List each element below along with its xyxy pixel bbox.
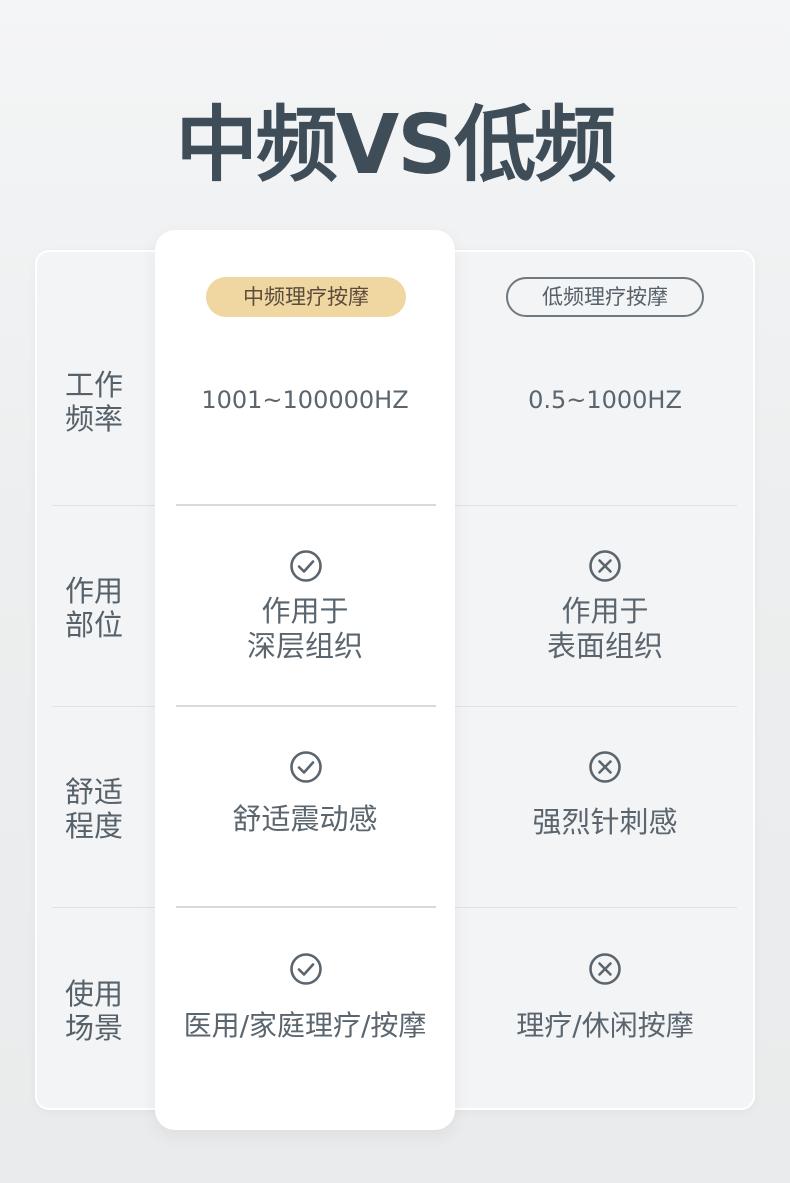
label-line: 作用 — [65, 574, 124, 608]
value-line: 深层组织 — [246, 629, 363, 663]
row-divider — [455, 706, 737, 707]
row-label-frequency: 工作 频率 — [65, 368, 135, 436]
row-divider — [455, 907, 737, 908]
label-line: 场景 — [65, 1011, 124, 1045]
row-divider — [176, 906, 436, 908]
label-line: 使用 — [65, 977, 124, 1011]
x-circle-icon — [589, 953, 621, 985]
mid-scene-value: 医用/家庭理疗/按摩 — [183, 1009, 427, 1042]
low-scene-value: 理疗/休闲按摩 — [516, 1009, 694, 1042]
column-header-low: 低频理疗按摩 — [506, 277, 704, 317]
label-line: 工作 — [65, 368, 124, 402]
label-line: 频率 — [65, 402, 124, 436]
page-title: 中频VS低频 — [175, 98, 617, 193]
column-header-mid: 中频理疗按摩 — [206, 277, 406, 317]
row-divider — [52, 907, 155, 908]
x-circle-icon — [589, 550, 621, 582]
check-circle-icon — [290, 953, 322, 985]
label-line: 舒适 — [65, 775, 124, 809]
mid-frequency-value: 1001~100000HZ — [201, 386, 409, 414]
label-line: 程度 — [65, 809, 124, 843]
check-circle-icon — [290, 550, 322, 582]
row-divider — [455, 505, 737, 506]
row-label-scene: 使用 场景 — [65, 977, 135, 1045]
x-circle-icon — [589, 751, 621, 783]
mid-area-value: 作用于 深层组织 — [155, 594, 455, 664]
row-divider — [176, 705, 436, 707]
low-frequency-value: 0.5~1000HZ — [528, 386, 682, 414]
mid-frequency-card — [155, 230, 455, 1130]
row-label-comfort: 舒适 程度 — [65, 775, 135, 843]
check-circle-icon — [290, 751, 322, 783]
value-line: 作用于 — [561, 594, 649, 628]
mid-comfort-value: 舒适震动感 — [232, 802, 378, 836]
row-label-area: 作用 部位 — [65, 574, 135, 642]
value-line: 作用于 — [261, 594, 349, 628]
low-comfort-value: 强烈针刺感 — [532, 805, 678, 839]
value-line: 表面组织 — [546, 629, 663, 663]
row-divider — [176, 504, 436, 506]
label-line: 部位 — [65, 608, 124, 642]
low-area-value: 作用于 表面组织 — [455, 594, 755, 664]
row-divider — [52, 706, 155, 707]
row-divider — [52, 505, 155, 506]
